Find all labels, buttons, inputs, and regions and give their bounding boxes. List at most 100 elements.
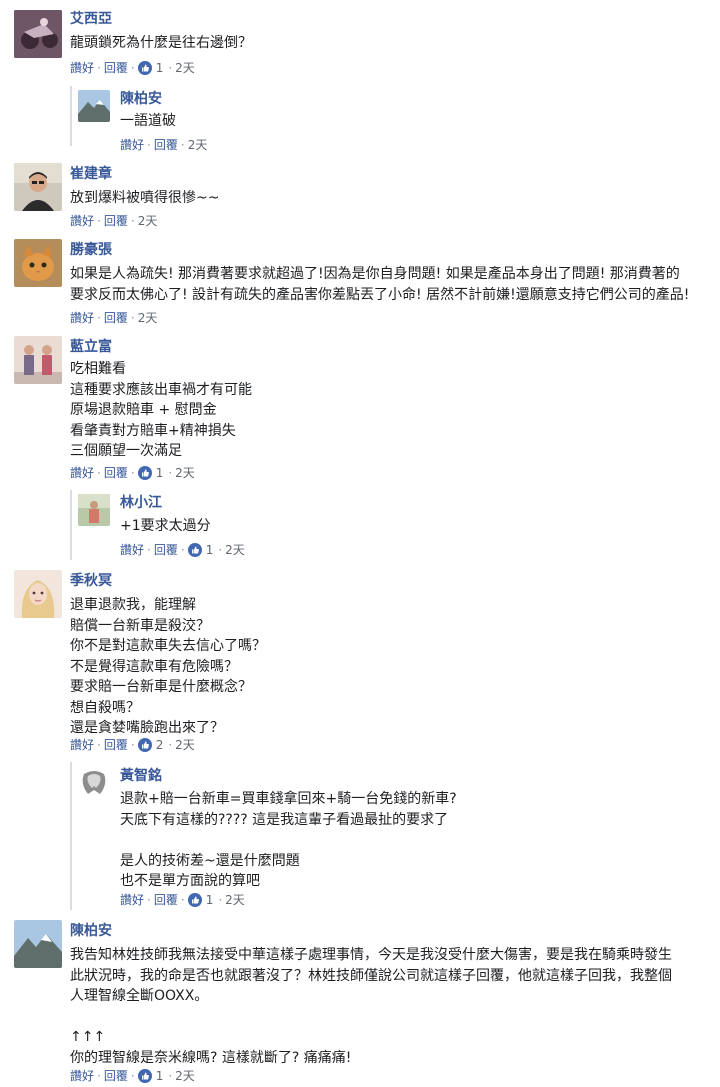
separator: · — [218, 893, 223, 907]
like-reaction-icon[interactable] — [137, 61, 152, 75]
reply-thread-line — [70, 762, 72, 910]
like-button[interactable]: 讚好 — [70, 60, 94, 76]
separator: · — [130, 214, 135, 228]
reply-button[interactable]: 回覆 — [154, 892, 178, 908]
reply-thread-line — [70, 490, 72, 560]
like-button[interactable]: 讚好 — [120, 137, 144, 153]
separator: · — [180, 543, 185, 557]
separator: · — [147, 138, 151, 152]
like-reaction-icon[interactable] — [187, 893, 202, 907]
separator: · — [168, 738, 173, 752]
commenter-name[interactable]: 陳柏安 — [70, 922, 112, 940]
commenter-name[interactable]: 艾西亞 — [70, 10, 112, 28]
separator: · — [130, 738, 135, 752]
timestamp[interactable]: 2天 — [138, 310, 158, 326]
like-count[interactable]: 1 — [156, 1068, 164, 1084]
like-count[interactable]: 2 — [156, 737, 164, 753]
commenter-name[interactable]: 季秋冥 — [70, 572, 112, 590]
like-button[interactable]: 讚好 — [120, 542, 144, 558]
like-reaction-icon[interactable] — [137, 466, 152, 480]
avatar[interactable] — [14, 10, 62, 58]
like-count[interactable]: 1 — [156, 465, 164, 481]
reply-thread-line — [70, 86, 72, 146]
separator: · — [147, 893, 151, 907]
reply-button[interactable]: 回覆 — [104, 213, 128, 229]
comment-text: 一語道破 — [120, 113, 176, 129]
commenter-name[interactable]: 陳柏安 — [120, 90, 162, 108]
separator: · — [130, 466, 135, 480]
comment-text: 放到爆料被噴得很慘~~ — [70, 190, 220, 206]
separator: · — [180, 893, 185, 907]
like-reaction-icon[interactable] — [137, 738, 152, 752]
timestamp[interactable]: 2天 — [188, 137, 208, 153]
timestamp[interactable]: 2天 — [225, 892, 245, 908]
comment-text: 如果是人為疏失! 那消費著要求就超過了!因為是你自身問題! 如果是產品本身出了問… — [70, 266, 690, 303]
comment-text: 退款+賠一台新車=買車錢拿回來+騎一台免錢的新車? 天底下有這樣的???? 這是… — [120, 791, 457, 889]
comment-text: 吃相難看 這種要求應該出車禍才有可能 原場退款賠車 + 慰問金 看肇責對方賠車+… — [70, 361, 252, 459]
reply-button[interactable]: 回覆 — [104, 1068, 128, 1084]
separator: · — [218, 543, 223, 557]
timestamp[interactable]: 2天 — [175, 1068, 195, 1084]
comment-actions: 讚好 · 回覆 · 1 · 2天 — [70, 60, 195, 76]
avatar[interactable] — [14, 336, 62, 384]
comment-text: +1要求太過分 — [120, 518, 211, 534]
comment-actions: 讚好 · 回覆 · 1 · 2天 — [120, 542, 245, 558]
like-button[interactable]: 讚好 — [70, 737, 94, 753]
separator: · — [130, 61, 135, 75]
avatar[interactable] — [78, 90, 110, 122]
timestamp[interactable]: 2天 — [138, 213, 158, 229]
comment-actions: 讚好 · 回覆 · 1 · 2天 — [70, 465, 195, 481]
commenter-name[interactable]: 崔建章 — [70, 165, 112, 183]
like-count[interactable]: 1 — [206, 892, 214, 908]
timestamp[interactable]: 2天 — [175, 465, 195, 481]
like-reaction-icon[interactable] — [187, 543, 202, 557]
separator: · — [130, 311, 135, 325]
avatar[interactable] — [14, 920, 62, 968]
like-reaction-icon[interactable] — [137, 1069, 152, 1083]
like-button[interactable]: 讚好 — [70, 213, 94, 229]
like-button[interactable]: 讚好 — [70, 1068, 94, 1084]
timestamp[interactable]: 2天 — [225, 542, 245, 558]
comment-actions: 讚好 · 回覆 · 1 · 2天 — [120, 892, 245, 908]
commenter-name[interactable]: 林小江 — [120, 494, 162, 512]
reply-button[interactable]: 回覆 — [104, 310, 128, 326]
separator: · — [147, 543, 151, 557]
separator: · — [168, 61, 173, 75]
commenter-name[interactable]: 勝豪張 — [70, 241, 112, 259]
separator: · — [168, 1069, 173, 1083]
separator: · — [180, 138, 185, 152]
separator: · — [97, 214, 101, 228]
comment-text: 龍頭鎖死為什麼是往右邊倒？ — [70, 35, 252, 51]
comment-actions: 讚好 · 回覆 · 1 · 2天 — [70, 1068, 195, 1084]
comment-actions: 讚好 · 回覆 · 2 · 2天 — [70, 737, 195, 753]
reply-button[interactable]: 回覆 — [104, 60, 128, 76]
timestamp[interactable]: 2天 — [175, 60, 195, 76]
separator: · — [97, 61, 101, 75]
timestamp[interactable]: 2天 — [175, 737, 195, 753]
avatar[interactable] — [14, 163, 62, 211]
avatar[interactable] — [78, 494, 110, 526]
separator: · — [97, 466, 101, 480]
avatar[interactable] — [14, 570, 62, 618]
like-button[interactable]: 讚好 — [120, 892, 144, 908]
avatar[interactable] — [78, 766, 110, 798]
comment-text: 退車退款我，能理解 賠償一台新車是殺洨？ 你不是對這款車失去信心了嗎？ 不是覺得… — [70, 597, 266, 736]
comment-actions: 讚好 · 回覆 · 2天 — [70, 213, 157, 229]
reply-button[interactable]: 回覆 — [154, 542, 178, 558]
avatar[interactable] — [14, 239, 62, 287]
separator: · — [168, 466, 173, 480]
reply-button[interactable]: 回覆 — [104, 737, 128, 753]
comment-actions: 讚好 · 回覆 · 2天 — [70, 310, 157, 326]
like-count[interactable]: 1 — [206, 542, 214, 558]
commenter-name[interactable]: 黃智銘 — [120, 767, 162, 785]
commenter-name[interactable]: 藍立富 — [70, 338, 112, 356]
like-button[interactable]: 讚好 — [70, 310, 94, 326]
separator: · — [97, 1069, 101, 1083]
separator: · — [97, 311, 101, 325]
like-button[interactable]: 讚好 — [70, 465, 94, 481]
reply-button[interactable]: 回覆 — [104, 465, 128, 481]
like-count[interactable]: 1 — [156, 60, 164, 76]
comment-text: 我告知林姓技師我無法接受中華這樣子處理事情，今天是我沒受什麼大傷害，要是我在騎乘… — [70, 947, 672, 1066]
reply-button[interactable]: 回覆 — [154, 137, 178, 153]
separator: · — [97, 738, 101, 752]
